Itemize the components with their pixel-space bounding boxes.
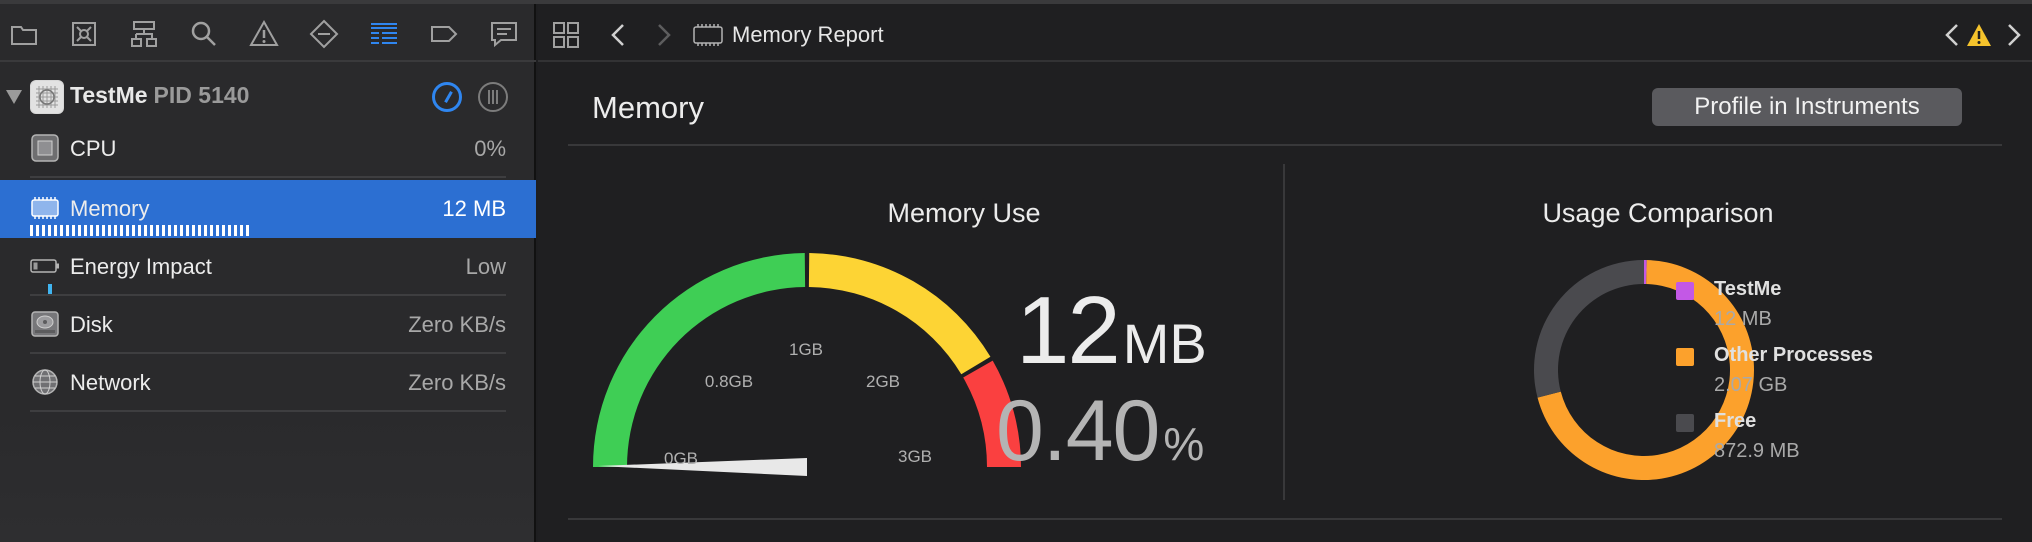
memory-chip-icon xyxy=(30,193,60,223)
legend-value: 2.07 GB xyxy=(1714,374,1788,396)
test-diamond-icon[interactable] xyxy=(308,18,340,50)
gauge-label: Memory xyxy=(70,196,150,221)
legend-name: Free xyxy=(1714,410,1757,432)
legend-name: TestMe xyxy=(1714,278,1782,300)
memory-sparkline xyxy=(30,225,252,236)
gauge-value: Low xyxy=(465,254,506,279)
network-globe-icon xyxy=(30,367,60,397)
gauge-label: Energy Impact xyxy=(70,254,212,279)
gauge-needle xyxy=(598,458,807,476)
gauge-tick-label: 3GB xyxy=(898,447,932,466)
gauge-value: 0% xyxy=(474,136,506,161)
xcode-debug-navigator-window: TestMe PID 5140 CPU 0% Memory 12 MB Ener… xyxy=(0,0,2032,542)
memory-percent: 0.40% xyxy=(996,383,1204,479)
breakpoint-icon[interactable] xyxy=(428,18,460,50)
legend-value: 12 MB xyxy=(1714,308,1772,330)
gauge-label: Network xyxy=(70,370,151,395)
legend-swatch xyxy=(1676,414,1694,432)
debug-navigator-sidebar: TestMe PID 5140 CPU 0% Memory 12 MB Ener… xyxy=(0,4,536,542)
debug-navigator-icon[interactable] xyxy=(368,18,400,50)
gauge-row-energy-impact[interactable]: Energy Impact Low xyxy=(0,238,536,296)
disk-icon xyxy=(30,309,60,339)
row-divider xyxy=(30,410,506,412)
gauge-row-memory[interactable]: Memory 12 MB xyxy=(0,180,536,238)
gauge-tick-label: 2GB xyxy=(866,372,900,391)
disclosure-triangle-icon[interactable] xyxy=(6,90,22,104)
gauge-value: 12 MB xyxy=(442,196,506,221)
gauge-segment-mid xyxy=(808,253,991,375)
navigator-toolbar xyxy=(0,4,536,62)
debug-gauges-button[interactable] xyxy=(432,82,462,112)
process-pid: PID 5140 xyxy=(153,82,250,108)
memory-value: 12MB xyxy=(1016,277,1207,384)
view-threads-button[interactable] xyxy=(478,82,508,112)
search-icon[interactable] xyxy=(188,18,220,50)
gauge-label: Disk xyxy=(70,312,113,337)
gauge-tick-label: 0GB xyxy=(664,449,698,468)
gauge-segment-low xyxy=(593,253,806,467)
report-icon[interactable] xyxy=(488,18,520,50)
gauge-row-cpu[interactable]: CPU 0% xyxy=(0,120,536,178)
cpu-chip-icon xyxy=(30,133,60,163)
energy-sparkline xyxy=(48,284,52,294)
process-row[interactable]: TestMe PID 5140 xyxy=(0,70,536,126)
gauge-tick-label: 1GB xyxy=(789,340,823,359)
process-name: TestMe PID 5140 xyxy=(70,82,250,108)
memory-percent-unit: % xyxy=(1163,418,1204,470)
memory-use-gauge: 0GB 0.8GB 1GB 2GB 3GB xyxy=(593,253,1755,481)
battery-icon xyxy=(30,251,60,281)
legend-name: Other Processes xyxy=(1714,344,1873,366)
gauge-row-disk[interactable]: Disk Zero KB/s xyxy=(0,296,536,354)
row-divider xyxy=(30,176,506,178)
gauge-row-network[interactable]: Network Zero KB/s xyxy=(0,354,536,412)
gauge-tick-label: 0.8GB xyxy=(705,372,753,391)
source-control-icon[interactable] xyxy=(68,18,100,50)
symbol-hierarchy-icon[interactable] xyxy=(128,18,160,50)
folder-icon[interactable] xyxy=(8,18,40,50)
memory-report-editor: Memory Report Memory Profile in Instrume… xyxy=(538,4,2032,542)
gauge-value: Zero KB/s xyxy=(408,312,506,337)
usage-comparison-title: Usage Comparison xyxy=(1542,198,1774,228)
warning-icon[interactable] xyxy=(248,18,280,50)
memory-unit: MB xyxy=(1122,312,1207,375)
app-icon xyxy=(30,80,64,114)
donut-slice-free xyxy=(1534,260,1644,398)
legend-value: 872.9 MB xyxy=(1714,440,1800,462)
legend-swatch xyxy=(1676,348,1694,366)
gauge-label: CPU xyxy=(70,136,117,161)
legend-swatch xyxy=(1676,282,1694,300)
gauge-value: Zero KB/s xyxy=(408,370,506,395)
